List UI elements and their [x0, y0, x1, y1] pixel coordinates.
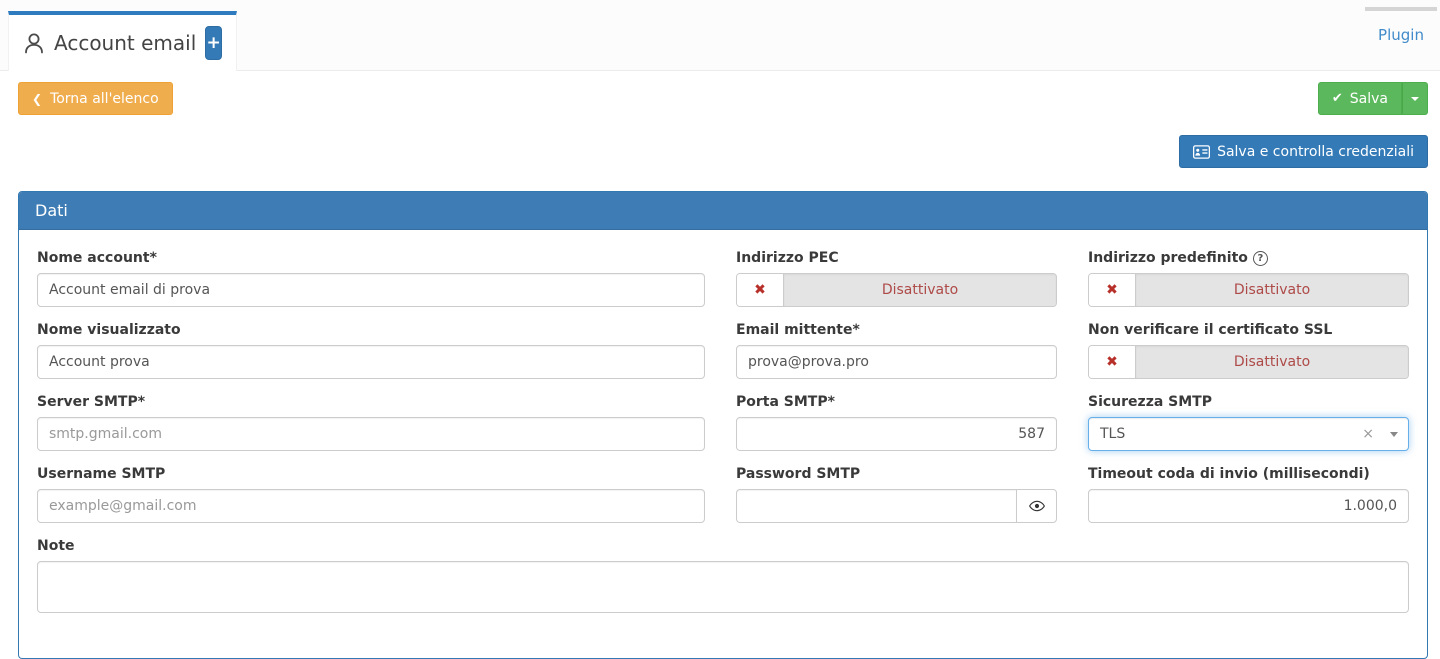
indirizzo-predefinito-label: Indirizzo predefinito ? [1088, 250, 1409, 266]
field-email-mittente: Email mittente* [736, 322, 1057, 379]
id-card-icon [1193, 145, 1210, 159]
password-smtp-label: Password SMTP [736, 466, 1057, 482]
caret-down-icon [1411, 97, 1419, 101]
chevron-left-icon: ❮ [32, 92, 42, 106]
note-textarea[interactable] [37, 561, 1409, 613]
indirizzo-predefinito-state: Disattivato [1135, 274, 1408, 306]
indirizzo-pec-label: Indirizzo PEC [736, 250, 1057, 266]
timeout-label: Timeout coda di invio (millisecondi) [1088, 466, 1409, 482]
email-mittente-label: Email mittente* [736, 322, 1057, 338]
field-timeout: Timeout coda di invio (millisecondi) [1088, 466, 1409, 523]
save-button-label: Salva [1350, 91, 1388, 107]
save-split-button: ✔ Salva [1318, 82, 1428, 115]
save-button[interactable]: ✔ Salva [1318, 82, 1402, 115]
indirizzo-pec-toggle[interactable]: ✖ Disattivato [736, 273, 1057, 307]
clear-selection-icon[interactable]: × [1362, 426, 1374, 442]
eye-icon [1029, 500, 1045, 512]
username-smtp-label: Username SMTP [37, 466, 705, 482]
password-smtp-input[interactable] [736, 489, 1016, 523]
back-button-label: Torna all'elenco [50, 91, 159, 107]
dati-panel: Dati Nome account* Indirizzo PEC ✖ Disat… [18, 191, 1428, 659]
field-ssl-verify: Non verificare il certificato SSL ✖ Disa… [1088, 322, 1409, 379]
panel-title: Dati [35, 201, 68, 220]
server-smtp-label: Server SMTP* [37, 394, 705, 410]
note-label: Note [37, 538, 1409, 554]
sicurezza-smtp-label: Sicurezza SMTP [1088, 394, 1409, 410]
plugin-link[interactable]: Plugin [1378, 26, 1424, 44]
email-mittente-input[interactable] [736, 345, 1057, 379]
username-smtp-input[interactable] [37, 489, 705, 523]
save-check-credentials-button[interactable]: Salva e controlla credenziali [1179, 135, 1428, 168]
field-password-smtp: Password SMTP [736, 466, 1057, 523]
x-icon: ✖ [1089, 274, 1135, 306]
indirizzo-predefinito-toggle[interactable]: ✖ Disattivato [1088, 273, 1409, 307]
nome-account-input[interactable] [37, 273, 705, 307]
indirizzo-pec-state: Disattivato [783, 274, 1056, 306]
tab-plugin[interactable]: Plugin [1365, 7, 1437, 71]
caret-down-icon [1390, 432, 1398, 437]
help-icon[interactable]: ? [1253, 251, 1268, 266]
user-icon [23, 31, 45, 55]
panel-header: Dati [19, 192, 1427, 230]
tab-account-email[interactable]: Account email + [8, 11, 237, 71]
nome-account-label: Nome account* [37, 250, 705, 266]
nome-visualizzato-label: Nome visualizzato [37, 322, 705, 338]
field-porta-smtp: Porta SMTP* [736, 394, 1057, 451]
field-indirizzo-predefinito: Indirizzo predefinito ? ✖ Disattivato [1088, 250, 1409, 307]
save-check-label: Salva e controlla credenziali [1217, 144, 1414, 160]
ssl-verify-toggle[interactable]: ✖ Disattivato [1088, 345, 1409, 379]
nome-visualizzato-input[interactable] [37, 345, 705, 379]
field-note: Note [37, 538, 1409, 617]
save-dropdown-toggle[interactable] [1402, 82, 1428, 115]
add-account-button[interactable]: + [205, 26, 222, 60]
show-password-button[interactable] [1016, 489, 1057, 523]
back-to-list-button[interactable]: ❮ Torna all'elenco [18, 82, 173, 115]
field-username-smtp: Username SMTP [37, 466, 705, 523]
field-sicurezza-smtp: Sicurezza SMTP TLS × [1088, 394, 1409, 451]
porta-smtp-input[interactable] [736, 417, 1057, 451]
panel-body: Nome account* Indirizzo PEC ✖ Disattivat… [19, 230, 1427, 658]
ssl-verify-label: Non verificare il certificato SSL [1088, 322, 1409, 338]
field-nome-account: Nome account* [37, 250, 705, 307]
x-icon: ✖ [1089, 346, 1135, 378]
indirizzo-predefinito-label-text: Indirizzo predefinito [1088, 250, 1248, 266]
field-nome-visualizzato: Nome visualizzato [37, 322, 705, 379]
sicurezza-smtp-select[interactable]: TLS × [1088, 417, 1409, 451]
tab-bar: Account email + Plugin [0, 0, 1440, 71]
ssl-verify-state: Disattivato [1135, 346, 1408, 378]
check-icon: ✔ [1332, 91, 1343, 106]
field-indirizzo-pec: Indirizzo PEC ✖ Disattivato [736, 250, 1057, 307]
x-icon: ✖ [737, 274, 783, 306]
timeout-input[interactable] [1088, 489, 1409, 523]
sicurezza-smtp-value: TLS [1100, 426, 1362, 442]
porta-smtp-label: Porta SMTP* [736, 394, 1057, 410]
page-title: Account email [54, 31, 196, 55]
secondary-toolbar: Salva e controlla credenziali [18, 135, 1428, 168]
server-smtp-input[interactable] [37, 417, 705, 451]
field-server-smtp: Server SMTP* [37, 394, 705, 451]
toolbar: ❮ Torna all'elenco ✔ Salva [18, 82, 1428, 115]
